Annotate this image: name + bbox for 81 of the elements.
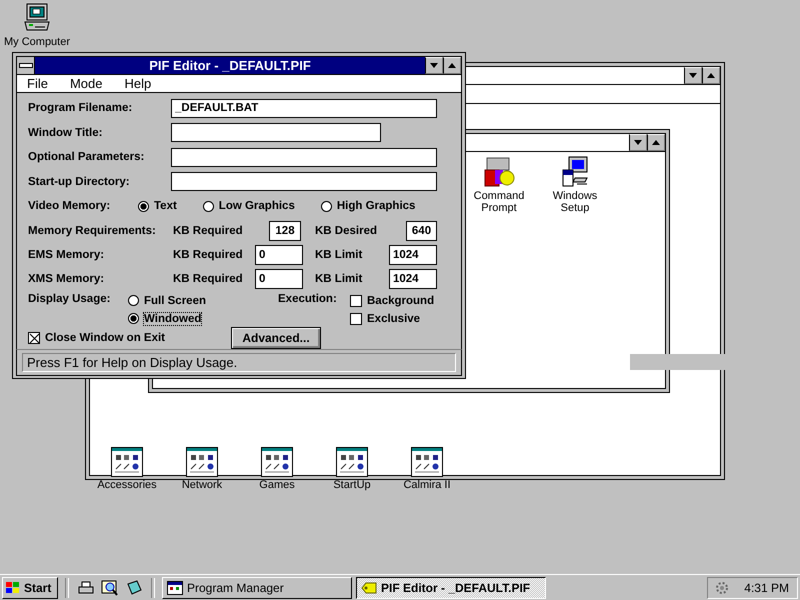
field-label: EMS Memory: xyxy=(28,248,106,260)
windows-flag-icon xyxy=(5,580,21,594)
advanced-button[interactable]: Advanced... xyxy=(231,326,322,348)
program-group-label[interactable]: Network xyxy=(182,479,222,491)
field-label: Video Memory: xyxy=(28,200,112,212)
down-triangle-icon xyxy=(430,63,438,68)
field-label: Execution: xyxy=(278,292,338,306)
program-group-icon[interactable] xyxy=(411,447,443,477)
tag-icon xyxy=(361,580,377,596)
minimize-button[interactable] xyxy=(425,57,443,74)
program-item-label[interactable]: Windows Setup xyxy=(543,190,607,214)
field-label: Memory Requirements: xyxy=(28,224,157,236)
field-label: KB Desired xyxy=(315,224,378,236)
checkbox[interactable] xyxy=(28,332,40,344)
field-label: Display Usage: xyxy=(28,292,110,304)
field-label: Program Filename: xyxy=(28,102,134,114)
text-field[interactable]: _DEFAULT.BAT xyxy=(171,98,437,118)
taskbar-button[interactable]: Program Manager xyxy=(162,576,352,598)
program-group-label[interactable]: StartUp xyxy=(333,479,371,491)
option-label[interactable]: High Graphics xyxy=(336,200,416,212)
up-triangle-icon xyxy=(448,63,456,68)
desktop-icon-label[interactable]: My Computer xyxy=(4,36,70,48)
program-group-label[interactable]: Calmira II xyxy=(403,479,451,491)
magnifier-icon[interactable] xyxy=(101,578,119,596)
program-manager-icon xyxy=(167,580,183,596)
window-title: PIF Editor - _DEFAULT.PIF xyxy=(148,58,312,73)
option-label[interactable]: Windowed xyxy=(144,312,202,324)
field-label: Start-up Directory: xyxy=(28,176,131,188)
radio-button[interactable] xyxy=(138,200,149,212)
option-label[interactable]: Exclusive xyxy=(367,312,420,324)
option-label[interactable]: Text xyxy=(154,200,177,212)
checkbox[interactable] xyxy=(350,312,362,324)
field-label: KB Limit xyxy=(315,272,364,284)
field-label: Optional Parameters: xyxy=(28,151,146,164)
status-bar: Press F1 for Help on Display Usage. xyxy=(22,352,456,372)
down-triangle-icon xyxy=(634,140,642,145)
menu-item[interactable]: Mode xyxy=(70,76,102,91)
taskbar-button[interactable]: PIF Editor - _DEFAULT.PIF xyxy=(356,576,546,598)
printer-icon[interactable] xyxy=(77,578,95,596)
number-field[interactable]: 0 xyxy=(255,244,303,264)
field-label: KB Limit xyxy=(315,248,364,260)
up-triangle-icon xyxy=(707,73,715,78)
program-group-icon[interactable] xyxy=(111,447,143,477)
gear-icon[interactable] xyxy=(714,580,730,596)
maximize-button[interactable] xyxy=(443,57,461,74)
number-field[interactable]: 1024 xyxy=(389,268,437,288)
dos-prompt-icon[interactable] xyxy=(483,156,515,188)
program-group-icon[interactable] xyxy=(261,447,293,477)
radio-button[interactable] xyxy=(128,295,139,306)
text-field[interactable] xyxy=(171,148,437,167)
radio-button[interactable] xyxy=(128,313,139,324)
field-label: KB Required xyxy=(173,248,244,260)
text-field[interactable] xyxy=(171,172,437,192)
checkbox[interactable] xyxy=(350,294,362,306)
program-group-label[interactable]: Games xyxy=(259,479,295,491)
number-field[interactable]: 0 xyxy=(255,268,303,288)
option-label[interactable]: Background xyxy=(367,294,434,306)
field-label: KB Required xyxy=(173,224,244,236)
menu-item[interactable]: File xyxy=(27,76,48,91)
program-group-label[interactable]: Accessories xyxy=(97,479,157,491)
field-label: KB Required xyxy=(173,272,244,284)
program-group-icon[interactable] xyxy=(186,447,218,477)
radio-button[interactable] xyxy=(202,200,214,212)
program-item-label[interactable]: Command Prompt xyxy=(467,190,531,214)
menu-item[interactable]: Help xyxy=(124,76,152,91)
number-field[interactable]: 1024 xyxy=(389,244,437,264)
field-label: XMS Memory: xyxy=(28,272,106,284)
field-label: Window Title: xyxy=(28,126,104,139)
down-triangle-icon xyxy=(689,73,697,78)
text-field[interactable] xyxy=(171,123,381,142)
number-field[interactable]: 640 xyxy=(406,220,437,240)
option-label[interactable]: Full Screen xyxy=(144,294,206,306)
clock: 4:31 PM xyxy=(744,580,789,594)
up-triangle-icon xyxy=(652,140,660,145)
option-label[interactable]: Low Graphics xyxy=(218,200,295,212)
system-menu-button[interactable] xyxy=(17,57,35,74)
start-button[interactable]: Start xyxy=(2,576,58,598)
option-label[interactable]: Close Window on Exit xyxy=(45,332,166,344)
number-field[interactable]: 128 xyxy=(269,220,301,240)
program-group-icon[interactable] xyxy=(336,447,368,477)
radio-button[interactable] xyxy=(320,200,332,212)
